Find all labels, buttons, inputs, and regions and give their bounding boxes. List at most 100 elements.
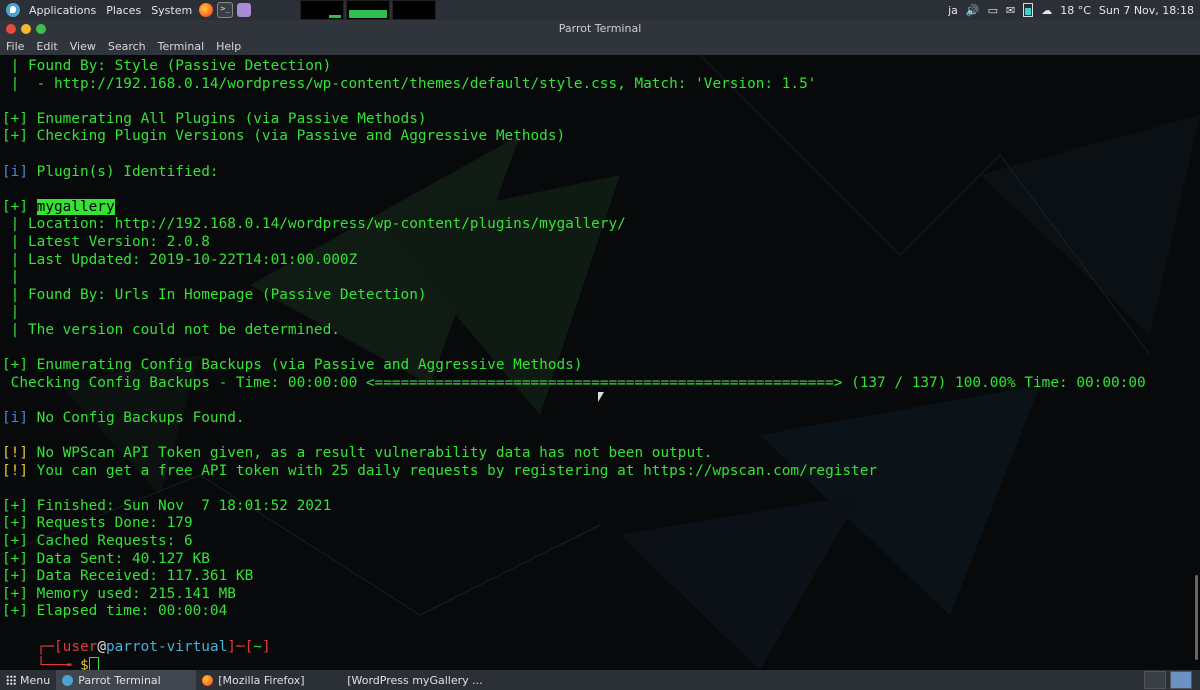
memory-graph [346,0,390,20]
line-text: Found By: Style (Passive Detection) [28,58,332,74]
terminal-line: [+] Cached Requests: 6 [0,533,1200,551]
line-prefix: [+] [2,550,37,567]
terminal-scrollbar[interactable] [1195,575,1198,660]
mouse-pointer-icon [598,392,604,402]
clock[interactable]: Sun 7 Nov, 18:18 [1099,4,1194,17]
line-prefix: [+] [2,515,37,532]
prompt-input-line[interactable]: └──╼ $ [0,639,99,670]
menu-terminal[interactable]: Terminal [152,40,211,53]
menu-grid-icon [6,675,16,685]
line-prefix: [+] [2,585,37,602]
line-prefix: | [2,321,28,338]
line-text: Plugin(s) Identified: [36,163,219,180]
terminal-line: [+] Data Received: 117.361 KB [0,568,1200,586]
taskbar-item-terminal[interactable]: Parrot Terminal [56,670,197,690]
prompt-symbol: $ [79,657,89,670]
terminal-line: [i] Plugin(s) Identified: [0,164,1200,182]
top-panel: Applications Places System >_ ja 🔊 ▭ ✉ ☁… [0,0,1200,20]
maximize-window-button[interactable] [36,24,46,34]
close-window-button[interactable] [6,24,16,34]
workspace-2[interactable] [1170,671,1192,689]
line-prefix: | [2,251,28,268]
taskbar-menu-button[interactable]: Menu [0,670,56,690]
battery-icon[interactable] [1023,3,1034,17]
volume-icon[interactable]: 🔊 [966,4,980,17]
menu-edit[interactable]: Edit [30,40,63,53]
line-prefix: [!] [2,462,37,479]
notification-icon[interactable]: ✉ [1006,4,1015,17]
terminal-line: [i] No Config Backups Found. [0,410,1200,428]
line-prefix: [+] [2,603,37,620]
line-prefix: [+] [2,497,37,514]
menu-view[interactable]: View [64,40,102,53]
line-text: You can get a free API token with 25 dai… [36,462,878,479]
window-titlebar[interactable]: Parrot Terminal [0,20,1200,38]
keyboard-layout-indicator[interactable]: ja [948,4,958,17]
line-text: Requests Done: 179 [36,515,193,532]
terminal-output[interactable]: | Found By: Style (Passive Detection) | … [0,55,1200,670]
prompt-dir: ~ [253,638,262,655]
bottom-taskbar: Menu Parrot Terminal [Mozilla Firefox] [… [0,670,1200,690]
menu-file[interactable]: File [0,40,30,53]
taskbar-item-wordpress[interactable]: [WordPress myGallery ... [336,670,482,690]
terminal-line: | The version could not be determined. [0,322,1200,340]
terminal-line: [+] Memory used: 215.141 MB [0,586,1200,604]
firefox-launcher-icon[interactable] [199,3,214,17]
terminal-line: Checking Config Backups - Time: 00:00:00… [0,375,1200,393]
terminal-line: | [0,269,1200,287]
terminal-launcher-icon[interactable]: >_ [217,2,234,18]
terminal-line: [+] mygallery [0,198,1200,217]
system-tray: ja 🔊 ▭ ✉ ☁ 18 °C Sun 7 Nov, 18:18 [948,0,1200,20]
terminal-line: [+] Finished: Sun Nov 7 18:01:52 2021 [0,498,1200,516]
line-text: Elapsed time: 00:00:04 [36,603,228,620]
line-text: Checking Config Backups - Time: 00:00:00… [10,374,1146,391]
network-graph [392,0,436,20]
parrot-logo-icon[interactable] [6,3,20,17]
system-monitor[interactable] [300,0,438,20]
line-prefix: | [2,286,28,303]
line-text: Data Received: 117.361 KB [36,568,254,585]
line-prefix: [+] [2,198,37,215]
cpu-graph [300,0,344,20]
line-text: No WPScan API Token given, as a result v… [36,445,713,462]
network-icon[interactable]: ▭ [988,4,998,17]
line-text: Found By: Urls In Homepage (Passive Dete… [28,286,427,303]
line-prefix: [i] [2,409,37,426]
terminal-line: [!] You can get a free API token with 25… [0,463,1200,481]
line-text: Checking Plugin Versions (via Passive an… [36,128,566,145]
terminal-menubar: File Edit View Search Terminal Help [0,38,1200,55]
applications-menu[interactable]: Applications [24,0,101,20]
text-editor-launcher-icon[interactable] [237,3,252,17]
places-menu[interactable]: Places [101,0,146,20]
line-prefix: [+] [2,128,37,145]
terminal-line: [!] No WPScan API Token given, as a resu… [0,445,1200,463]
terminal-line: [+] Enumerating All Plugins (via Passive… [0,111,1200,129]
line-prefix: [+] [2,533,37,550]
line-text: Cached Requests: 6 [36,533,193,550]
terminal-line: [+] Requests Done: 179 [0,515,1200,533]
terminal-line: | Last Updated: 2019-10-22T14:01:00.000Z [0,252,1200,270]
line-prefix: | [2,304,20,321]
line-text: Latest Version: 2.0.8 [28,233,210,250]
plugin-name-highlight: mygallery [36,198,115,215]
system-menu[interactable]: System [146,0,197,20]
taskbar-item-firefox[interactable]: [Mozilla Firefox] [196,670,336,690]
terminal-line: | Found By: Style (Passive Detection) [0,58,1200,76]
line-text: Data Sent: 40.127 KB [36,550,210,567]
terminal-lines: | Found By: Style (Passive Detection) | … [0,58,1200,621]
firefox-icon [202,674,214,686]
line-prefix: | [2,58,28,74]
terminal-line: [+] Enumerating Config Backups (via Pass… [0,357,1200,375]
menu-search[interactable]: Search [102,40,152,53]
line-prefix: [+] [2,568,37,585]
minimize-window-button[interactable] [21,24,31,34]
weather-temperature[interactable]: 18 °C [1060,4,1091,17]
line-prefix: [!] [2,445,37,462]
line-prefix: [i] [2,163,37,180]
workspace-1[interactable] [1144,671,1166,689]
line-text: No Config Backups Found. [36,409,245,426]
terminal-line: | Location: http://192.168.0.14/wordpres… [0,216,1200,234]
menu-help[interactable]: Help [210,40,247,53]
line-text: Last Updated: 2019-10-22T14:01:00.000Z [28,251,358,268]
